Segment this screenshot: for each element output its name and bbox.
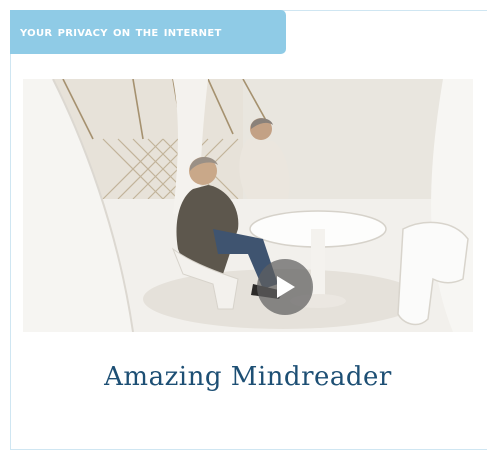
play-button[interactable] [257, 259, 313, 315]
section-tab-label: Your privacy on the internet [20, 24, 222, 40]
video-thumbnail[interactable] [23, 79, 473, 332]
play-icon [277, 276, 295, 298]
section-tab[interactable]: Your privacy on the internet [10, 10, 286, 54]
article-title[interactable]: Amazing Mindreader [23, 362, 473, 392]
video-still-image [23, 79, 473, 332]
